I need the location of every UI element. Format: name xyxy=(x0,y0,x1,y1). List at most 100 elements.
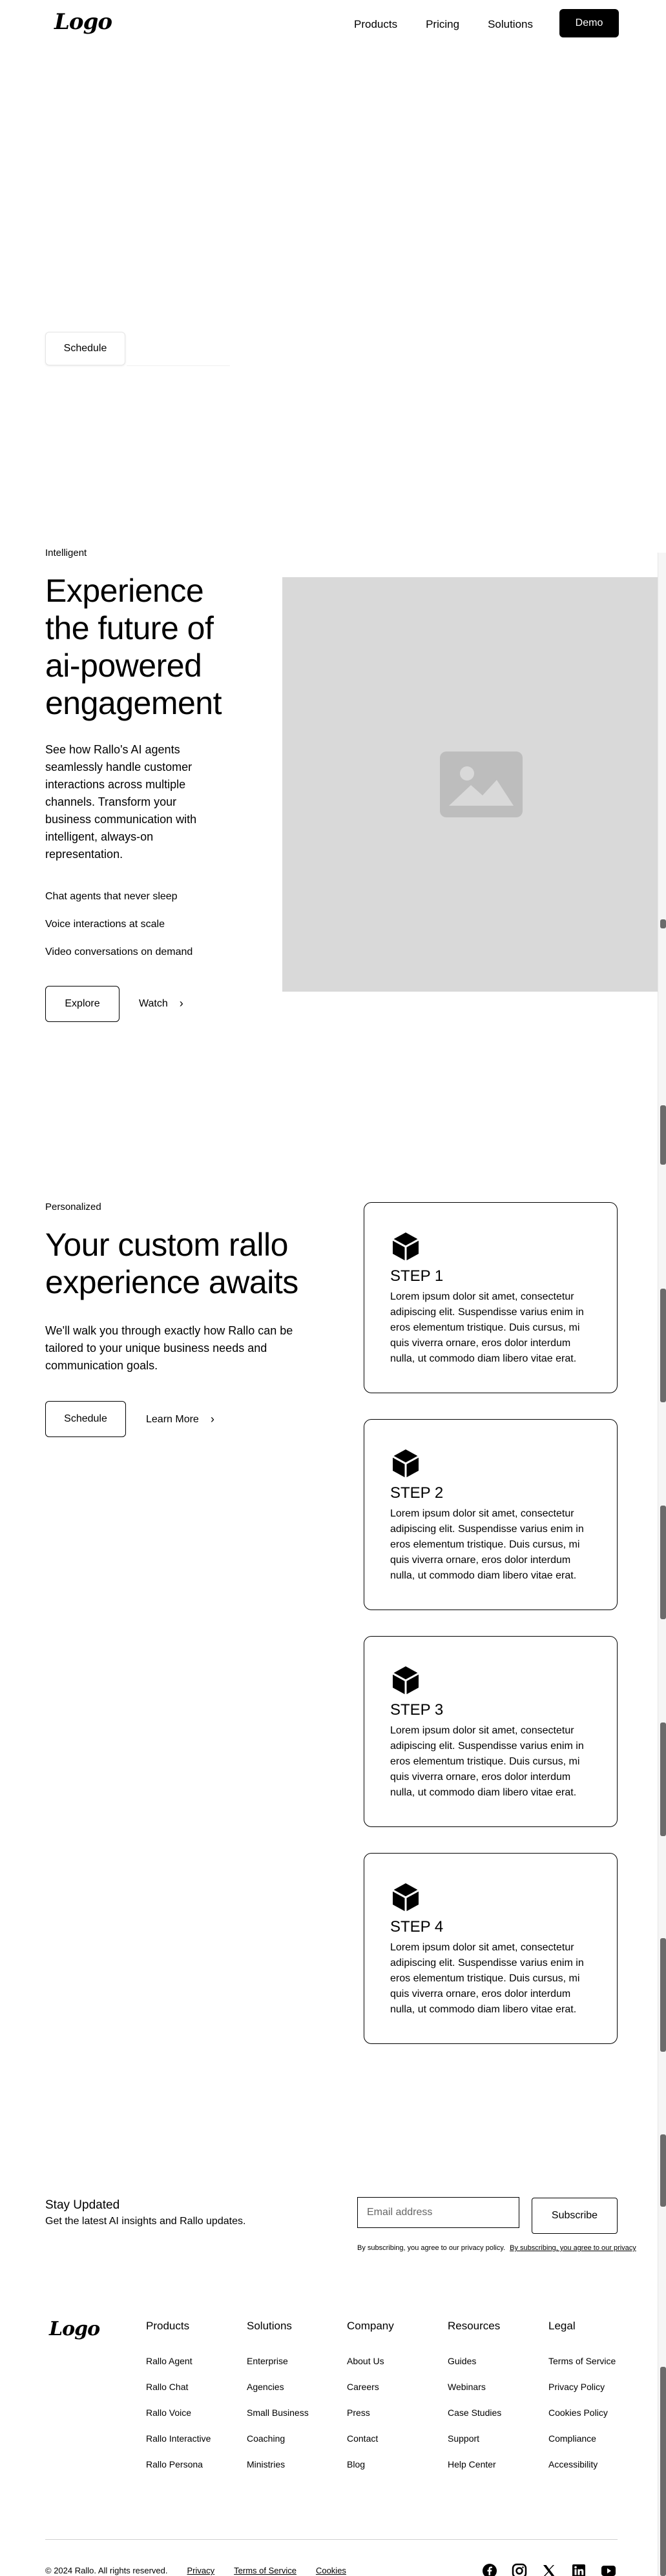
footer-column-solutions: Solutions Enterprise Agencies Small Busi… xyxy=(247,2320,309,2485)
footer-link[interactable]: Privacy Policy xyxy=(548,2382,616,2407)
feature-item: Voice interactions at scale xyxy=(45,919,165,930)
feature-item: Chat agents that never sleep xyxy=(45,891,178,902)
section-title: Experience the future of ai-powered enga… xyxy=(45,573,222,721)
youtube-icon[interactable] xyxy=(601,2563,616,2576)
nav-links: Products Pricing Solutions xyxy=(354,18,533,31)
footer-column-title: Legal xyxy=(548,2320,576,2332)
linkedin-icon[interactable] xyxy=(571,2563,587,2576)
footer-link[interactable]: Rallo Chat xyxy=(146,2382,211,2407)
terms-link[interactable]: Terms of Service xyxy=(234,2566,297,2575)
footer-link[interactable]: Rallo Interactive xyxy=(146,2433,211,2459)
section-title: Your custom rallo experience awaits xyxy=(45,1227,298,1300)
footer-link[interactable]: Help Center xyxy=(448,2459,501,2485)
hero-schedule-button[interactable]: Schedule xyxy=(45,332,125,365)
footer-divider xyxy=(45,2539,618,2540)
learn-more-label: Learn More xyxy=(146,1413,199,1425)
cube-icon xyxy=(392,1449,419,1478)
footer-link[interactable]: Cookies Policy xyxy=(548,2407,616,2433)
footer-link[interactable]: Case Studies xyxy=(448,2407,501,2433)
footer-column-title: Solutions xyxy=(247,2320,292,2332)
footer-link[interactable]: Agencies xyxy=(247,2382,309,2407)
schedule-button[interactable]: Schedule xyxy=(45,1401,126,1437)
image-placeholder xyxy=(282,577,666,992)
footer-link[interactable]: Contact xyxy=(347,2433,394,2459)
footer-column-title: Company xyxy=(347,2320,394,2332)
footer-link[interactable]: Ministries xyxy=(247,2459,309,2485)
step-card: STEP 1 Lorem ipsum dolor sit amet, conse… xyxy=(364,1202,618,1393)
logo[interactable]: Logo xyxy=(54,9,112,35)
scrollbar-thumb[interactable] xyxy=(660,1506,666,1619)
watch-button[interactable]: Watch › xyxy=(139,997,183,1010)
chevron-right-icon: › xyxy=(179,997,183,1010)
footer-column-company: Company About Us Careers Press Contact B… xyxy=(347,2320,394,2485)
cube-icon xyxy=(392,1232,419,1261)
footer-link[interactable]: Rallo Agent xyxy=(146,2356,211,2382)
explore-button[interactable]: Explore xyxy=(45,986,120,1022)
email-input[interactable] xyxy=(357,2197,519,2228)
learn-more-button[interactable]: Learn More › xyxy=(146,1413,214,1426)
footer-link[interactable]: About Us xyxy=(347,2356,394,2382)
section-tag: Personalized xyxy=(45,1201,101,1212)
facebook-icon[interactable] xyxy=(482,2563,497,2576)
subscribe-button[interactable]: Subscribe xyxy=(532,2198,618,2234)
scrollbar-thumb[interactable] xyxy=(660,2134,666,2207)
cookies-link[interactable]: Cookies xyxy=(316,2566,346,2575)
top-navigation: Logo Products Pricing Solutions Demo xyxy=(0,0,666,46)
privacy-link[interactable]: Privacy xyxy=(187,2566,215,2575)
consent-label: By subscribing, you agree to our privacy… xyxy=(357,2244,506,2252)
step-card: STEP 3 Lorem ipsum dolor sit amet, conse… xyxy=(364,1636,618,1827)
footer-link[interactable]: Compliance xyxy=(548,2433,616,2459)
step-card: STEP 2 Lorem ipsum dolor sit amet, conse… xyxy=(364,1419,618,1610)
footer-bottom: © 2024 Rallo. All rights reserved. Priva… xyxy=(45,2566,346,2575)
consent-text: By subscribing, you agree to our privacy… xyxy=(357,2244,636,2252)
cube-icon xyxy=(392,1883,419,1912)
scrollbar-thumb[interactable] xyxy=(660,1289,666,1402)
step-text: Lorem ipsum dolor sit amet, consectetur … xyxy=(390,1508,584,1581)
footer-link[interactable]: Careers xyxy=(347,2382,394,2407)
footer-link[interactable]: Rallo Voice xyxy=(146,2407,211,2433)
newsletter-subtitle: Get the latest AI insights and Rallo upd… xyxy=(45,2216,246,2227)
scrollbar-thumb[interactable] xyxy=(660,1722,666,1836)
footer-link[interactable]: Coaching xyxy=(247,2433,309,2459)
step-title: STEP 2 xyxy=(390,1484,444,1502)
divider xyxy=(127,365,230,366)
scrollbar-thumb[interactable] xyxy=(660,2367,666,2576)
scrollbar-thumb[interactable] xyxy=(660,1938,666,2052)
scrollbar-thumb[interactable] xyxy=(660,1105,666,1165)
nav-link-solutions[interactable]: Solutions xyxy=(488,18,533,31)
footer-link[interactable]: Rallo Persona xyxy=(146,2459,211,2485)
copyright: © 2024 Rallo. All rights reserved. xyxy=(45,2566,168,2575)
section-body: See how Rallo's AI agents seamlessly han… xyxy=(45,743,197,861)
nav-link-pricing[interactable]: Pricing xyxy=(426,18,459,31)
feature-item: Video conversations on demand xyxy=(45,946,193,957)
footer-link[interactable]: Support xyxy=(448,2433,501,2459)
newsletter-title: Stay Updated xyxy=(45,2198,120,2212)
step-title: STEP 4 xyxy=(390,1918,444,1936)
cube-icon xyxy=(392,1666,419,1695)
demo-button[interactable]: Demo xyxy=(559,9,619,37)
social-links xyxy=(482,2563,616,2576)
section-tag: Intelligent xyxy=(45,547,87,558)
footer-link[interactable]: Terms of Service xyxy=(548,2356,616,2382)
footer-column-products: Products Rallo Agent Rallo Chat Rallo Vo… xyxy=(146,2320,211,2485)
footer-link[interactable]: Webinars xyxy=(448,2382,501,2407)
footer-link[interactable]: Small Business xyxy=(247,2407,309,2433)
scrollbar-thumb[interactable] xyxy=(660,919,666,928)
step-title: STEP 3 xyxy=(390,1701,444,1719)
footer-link[interactable]: Press xyxy=(347,2407,394,2433)
footer-column-resources: Resources Guides Webinars Case Studies S… xyxy=(448,2320,501,2485)
section-body: We'll walk you through exactly how Rallo… xyxy=(45,1324,293,1372)
x-icon[interactable] xyxy=(541,2563,557,2576)
footer-link[interactable]: Accessibility xyxy=(548,2459,616,2485)
footer-logo[interactable]: Logo xyxy=(49,2318,100,2340)
step-card: STEP 4 Lorem ipsum dolor sit amet, conse… xyxy=(364,1853,618,2044)
footer-link[interactable]: Enterprise xyxy=(247,2356,309,2382)
instagram-icon[interactable] xyxy=(512,2563,527,2576)
step-text: Lorem ipsum dolor sit amet, consectetur … xyxy=(390,1291,584,1364)
footer-link[interactable]: Guides xyxy=(448,2356,501,2382)
image-icon xyxy=(440,751,523,817)
footer-link[interactable]: Blog xyxy=(347,2459,394,2485)
privacy-policy-link[interactable]: By subscribing, you agree to our privacy xyxy=(510,2244,636,2252)
nav-link-products[interactable]: Products xyxy=(354,18,397,31)
footer-column-legal: Legal Terms of Service Privacy Policy Co… xyxy=(548,2320,616,2485)
